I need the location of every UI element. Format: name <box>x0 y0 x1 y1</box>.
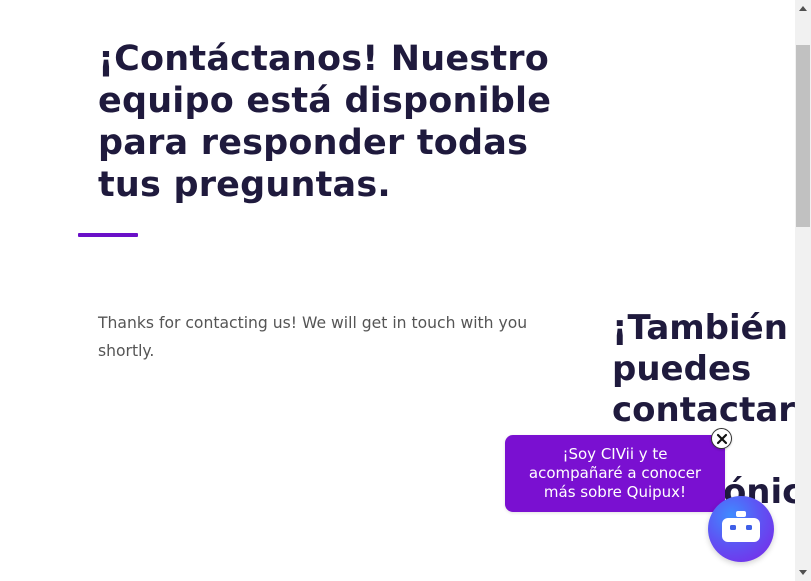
close-icon <box>716 433 727 444</box>
chat-launcher-button[interactable] <box>708 496 774 562</box>
scroll-down-button[interactable] <box>795 564 811 581</box>
scrollbar-thumb[interactable] <box>796 45 810 227</box>
thank-you-message: Thanks for contacting us! We will get in… <box>98 314 528 360</box>
page-title: ¡Contáctanos! Nuestro equipo está dispon… <box>98 39 552 205</box>
heading-line-2: puedes <box>612 349 752 389</box>
scroll-up-icon <box>799 6 807 11</box>
scroll-up-button[interactable] <box>795 0 811 17</box>
chat-welcome-bubble[interactable]: ¡Soy CIVii y te acompañaré a conocer más… <box>505 435 725 512</box>
page-content: ¡Contáctanos! Nuestro equipo está dispon… <box>0 0 795 581</box>
robot-icon <box>722 511 760 542</box>
title-accent-line <box>78 233 138 237</box>
heading-line-1: ¡También <box>612 308 788 348</box>
browser-viewport: ¡Contáctanos! Nuestro equipo está dispon… <box>0 0 811 581</box>
vertical-scrollbar[interactable] <box>795 0 811 581</box>
scroll-down-icon <box>799 570 807 575</box>
chat-close-button[interactable] <box>711 428 732 449</box>
chat-welcome-text: ¡Soy CIVii y te acompañaré a conocer más… <box>528 445 702 501</box>
heading-line-3: contactarn <box>612 390 795 430</box>
